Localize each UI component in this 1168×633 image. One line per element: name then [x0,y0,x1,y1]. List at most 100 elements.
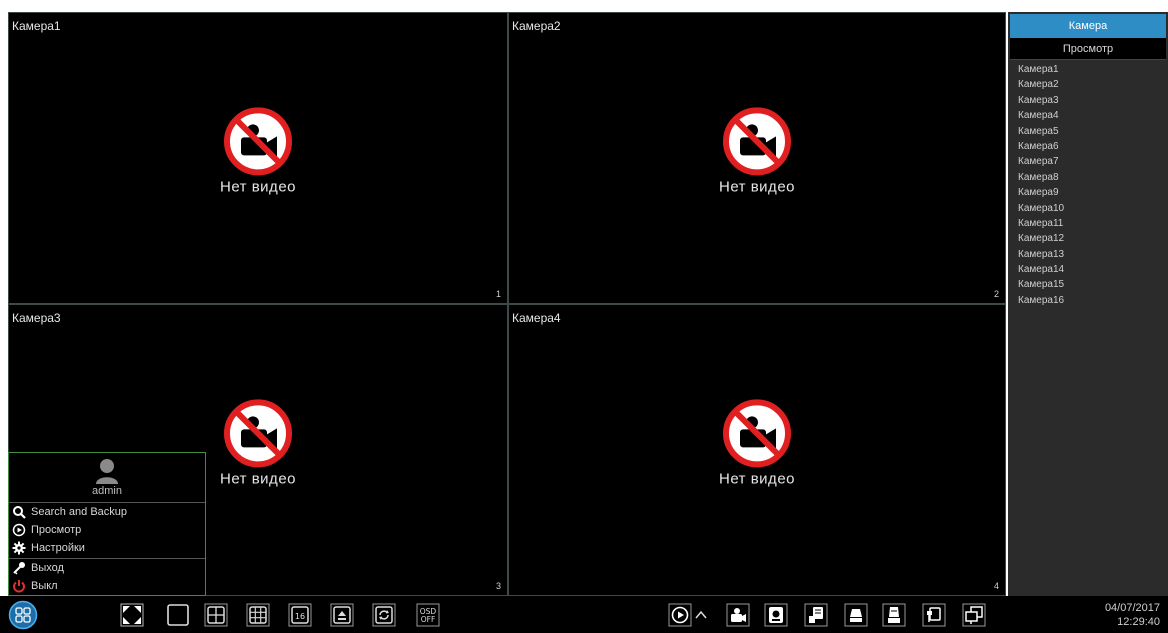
layout-quad-icon [204,603,228,627]
clock: 04/07/2017 12:29:40 [1105,601,1160,629]
chevron-up-icon [695,610,707,619]
layout-1-button[interactable] [166,603,190,627]
no-video-indicator: Нет видео [220,106,296,195]
refresh-icon [372,603,396,627]
no-video-indicator: Нет видео [220,398,296,487]
camera-tile-number: 2 [993,289,999,299]
fullscreen-button[interactable] [120,603,144,627]
layout-16-button[interactable]: 16 [288,603,312,627]
snapshot-icon [764,603,788,627]
camera-list-item[interactable]: Камера4 [1018,108,1064,123]
expand-button[interactable] [694,603,708,627]
menu-item-settings[interactable]: Настройки [9,539,205,557]
camera-list-item[interactable]: Камера7 [1018,154,1064,169]
camera-tile-title: Камера1 [12,19,61,33]
search-icon [12,505,26,519]
power-icon [12,579,26,593]
menu-item-shutdown[interactable]: Выкл [9,577,205,595]
manual-record-button[interactable] [726,603,750,627]
camera-list-item[interactable]: Камера13 [1018,247,1064,262]
layout-9-button[interactable] [246,603,270,627]
backup-status-button[interactable] [882,603,906,627]
tab-view[interactable]: Просмотр [1010,38,1166,60]
camera-tile-number: 4 [993,581,999,591]
key-icon [12,561,26,575]
osd-state: OFF [421,615,436,624]
camera-list-item[interactable]: Камера9 [1018,185,1064,200]
camera-tile-title: Камера4 [512,311,561,325]
camera-list-item[interactable]: Камера12 [1018,231,1064,246]
username: admin [92,485,122,497]
playback-button[interactable] [668,603,692,627]
camera-tile-2[interactable]: Камера2 Нет видео 2 [508,12,1006,304]
camera-list-item[interactable]: Камера6 [1018,139,1064,154]
menu-item-label: Просмотр [31,524,82,536]
disk-status-button[interactable] [844,603,868,627]
start-menu: admin Search and Backup Просмотр Настрой… [8,452,206,596]
menu-item-label: Выкл [31,580,58,592]
layout-nine-icon [246,603,270,627]
date-label: 04/07/2017 [1104,602,1160,614]
sequence-button[interactable] [372,603,396,627]
camera-tile-title: Камера3 [12,311,61,325]
osd-button[interactable]: OSD OFF [416,603,440,627]
osd-icon: OSDOFF [416,603,440,627]
camera-list-item[interactable]: Камера15 [1018,277,1064,292]
alarm-log-icon [804,603,828,627]
camera-list-item[interactable]: Камера14 [1018,262,1064,277]
picture-in-picture-icon [330,603,354,627]
menu-item-search-backup[interactable]: Search and Backup [9,503,205,521]
network-icon [922,603,946,627]
camera-list: Камера1 Камера2 Камера3 Камера4 Камера5 … [1018,62,1064,308]
no-camera-icon [223,398,293,468]
camera-tile-4[interactable]: Камера4 Нет видео 4 [508,304,1006,596]
start-button[interactable] [8,600,38,630]
layout-sixteen-icon: 16 [288,603,312,627]
network-status-button[interactable] [922,603,946,627]
menu-item-logout[interactable]: Выход [9,559,205,577]
camera-list-item[interactable]: Камера10 [1018,201,1064,216]
tab-camera[interactable]: Камера [1010,14,1166,38]
menu-item-label: Search and Backup [31,506,128,518]
camera-list-item[interactable]: Камера1 [1018,62,1064,77]
no-video-indicator: Нет видео [719,106,795,195]
bottom-toolbar: 16 OSD OFF 04/07/2017 12:29:40 [0,596,1168,633]
no-camera-icon [722,106,792,176]
no-video-label: Нет видео [220,178,296,196]
camera-side-panel: Камера Просмотр Камера1 Камера2 Камера3 … [1008,12,1168,596]
avatar [93,456,121,484]
menu-item-label: Выход [31,562,64,574]
snapshot-button[interactable] [764,603,788,627]
camera-tile-number: 1 [495,289,501,299]
layout-single-icon [167,604,189,626]
camera-tile-title: Камера2 [512,19,561,33]
backup-disk-icon [882,603,906,627]
gear-icon [12,541,26,555]
no-camera-icon [223,106,293,176]
no-video-label: Нет видео [719,470,795,488]
info-monitor-icon [962,603,986,627]
layout-4-button[interactable] [204,603,228,627]
dvr-screen: Камера1 Нет видео 1 Камера2 Нет видео 2 … [0,0,1168,633]
camera-tile-1[interactable]: Камера1 Нет видео 1 [8,12,508,304]
alarm-status-button[interactable] [804,603,828,627]
no-video-indicator: Нет видео [719,398,795,487]
camera-list-item[interactable]: Камера11 [1018,216,1064,231]
menu-item-playback[interactable]: Просмотр [9,521,205,539]
menu-item-label: Настройки [31,542,85,554]
layout-16-label: 16 [295,612,305,621]
camera-list-item[interactable]: Камера16 [1018,293,1064,308]
camera-list-item[interactable]: Камера5 [1018,124,1064,139]
information-button[interactable] [962,603,986,627]
camera-list-item[interactable]: Камера8 [1018,170,1064,185]
disk-icon [844,603,868,627]
camera-record-icon [726,603,750,627]
camera-list-item[interactable]: Камера2 [1018,77,1064,92]
play-circle-icon [668,603,692,627]
no-video-label: Нет видео [719,178,795,196]
play-circle-icon [12,523,26,537]
pip-button[interactable] [330,603,354,627]
no-video-label: Нет видео [220,470,296,488]
camera-list-item[interactable]: Камера3 [1018,93,1064,108]
camera-tile-number: 3 [495,581,501,591]
